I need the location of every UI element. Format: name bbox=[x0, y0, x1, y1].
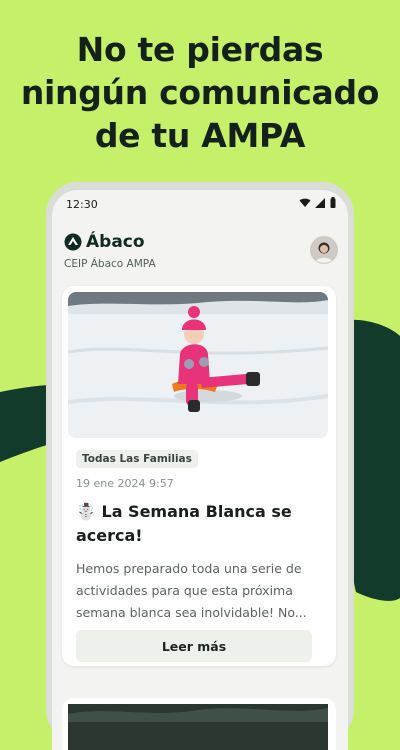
app-header: Ábaco CEIP Ábaco AMPA bbox=[52, 222, 348, 270]
post-excerpt: Hemos preparado toda una serie de activi… bbox=[76, 561, 307, 620]
wifi-icon bbox=[299, 198, 311, 207]
snow-sled-child-image bbox=[68, 292, 328, 438]
abaco-logo-icon bbox=[64, 233, 82, 251]
avatar[interactable] bbox=[310, 236, 338, 264]
school-name: CEIP Ábaco AMPA bbox=[64, 258, 156, 270]
status-icons bbox=[299, 197, 336, 208]
status-bar: 12:30 bbox=[52, 190, 348, 218]
brand-row: Ábaco bbox=[64, 232, 145, 252]
read-more-button[interactable]: Leer más bbox=[76, 630, 312, 662]
next-post-card[interactable] bbox=[62, 698, 336, 750]
app-name: Ábaco bbox=[86, 232, 145, 252]
user-avatar-icon bbox=[311, 237, 337, 263]
battery-icon bbox=[330, 197, 336, 208]
post-card[interactable]: Todas Las Familias 19 ene 2024 9:57 ☃️ L… bbox=[62, 286, 336, 666]
post-title: ☃️ La Semana Blanca se acerca! bbox=[76, 502, 292, 545]
status-time: 12:30 bbox=[66, 198, 98, 211]
phone-screen: 12:30 Ábaco CEIP Ábaco AMPA Todas Las Fa… bbox=[52, 190, 348, 750]
post-image bbox=[68, 292, 328, 438]
phone-frame: 12:30 Ábaco CEIP Ábaco AMPA Todas Las Fa… bbox=[46, 182, 354, 750]
audience-tag: Todas Las Familias bbox=[76, 450, 198, 468]
post-date: 19 ene 2024 9:57 bbox=[76, 477, 174, 490]
signal-icon bbox=[315, 197, 325, 208]
